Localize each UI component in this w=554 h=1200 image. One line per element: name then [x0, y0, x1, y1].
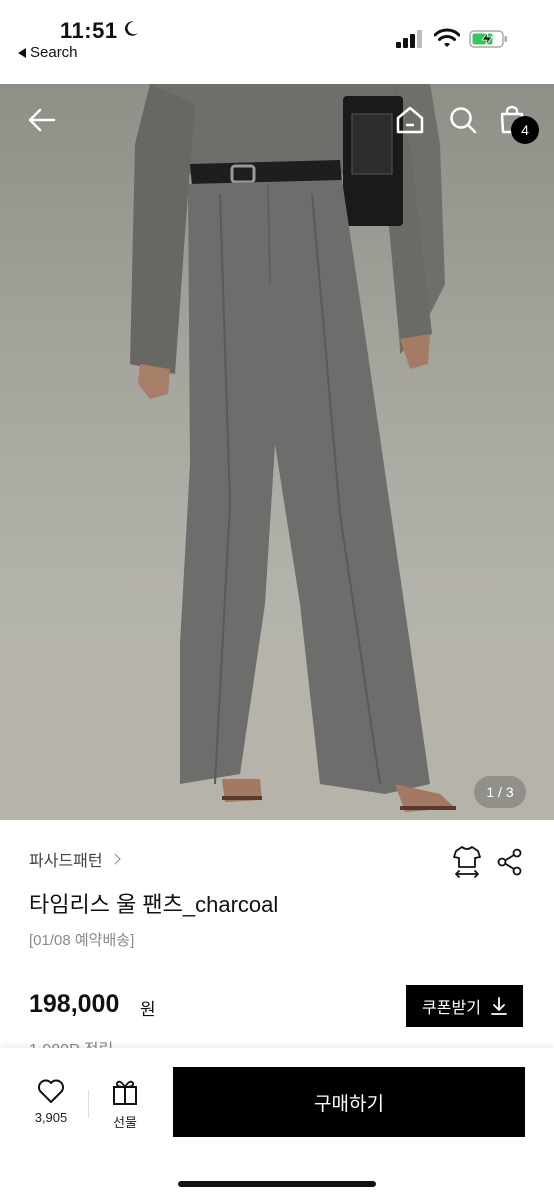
status-time: 11:51	[60, 18, 118, 43]
price-currency-unit: 원	[140, 1000, 156, 1019]
back-to-search-label: Search	[30, 44, 78, 61]
chevron-right-icon	[108, 853, 121, 865]
brand-name: 파사드패턴	[29, 853, 103, 870]
shirt-size-icon	[453, 846, 481, 878]
search-button[interactable]	[443, 100, 483, 140]
product-title: 타임리스 울 팬츠_charcoal	[29, 892, 279, 917]
search-icon	[450, 107, 477, 134]
heart-icon	[38, 1079, 64, 1103]
back-button[interactable]	[22, 100, 62, 140]
status-bar: 11:51 Search	[0, 0, 554, 84]
gift-label: 선물	[113, 1115, 137, 1130]
like-button[interactable]: 3,905	[22, 1078, 80, 1125]
cellular-signal-icon	[396, 30, 422, 48]
reward-points: 1,980P 적립	[29, 1036, 113, 1048]
size-guide-button[interactable]	[450, 844, 484, 880]
back-to-search-link[interactable]: Search	[18, 44, 78, 61]
like-count: 3,905	[34, 1110, 68, 1125]
wifi-icon	[434, 28, 460, 47]
back-triangle-icon	[18, 47, 26, 58]
cart-count-badge: 4	[511, 116, 539, 144]
buy-button-label: 구매하기	[314, 1093, 384, 1115]
share-button[interactable]	[494, 846, 526, 878]
gallery-page-indicator: 1 / 3	[474, 776, 526, 808]
brand-link[interactable]: 파사드패턴	[29, 847, 121, 871]
moon-icon	[125, 21, 139, 36]
gift-button[interactable]: 선물	[100, 1078, 150, 1131]
arrow-left-icon	[28, 108, 56, 132]
product-photo	[0, 84, 554, 820]
share-icon	[497, 848, 522, 876]
delivery-note: [01/08 예약배송]	[29, 932, 135, 949]
product-image[interactable]	[0, 84, 554, 820]
bottom-bar-divider	[88, 1090, 89, 1118]
gift-icon	[113, 1080, 137, 1105]
coupon-button-label: 쿠폰받기	[422, 1000, 481, 1017]
buy-button[interactable]: 구매하기	[173, 1067, 525, 1137]
home-indicator	[178, 1181, 376, 1187]
product-price: 198,000	[29, 990, 120, 1018]
get-coupon-button[interactable]: 쿠폰받기	[406, 985, 523, 1027]
battery-charging-icon	[469, 30, 507, 48]
home-icon	[396, 106, 424, 134]
home-button[interactable]	[390, 100, 430, 140]
download-icon	[491, 997, 507, 1015]
